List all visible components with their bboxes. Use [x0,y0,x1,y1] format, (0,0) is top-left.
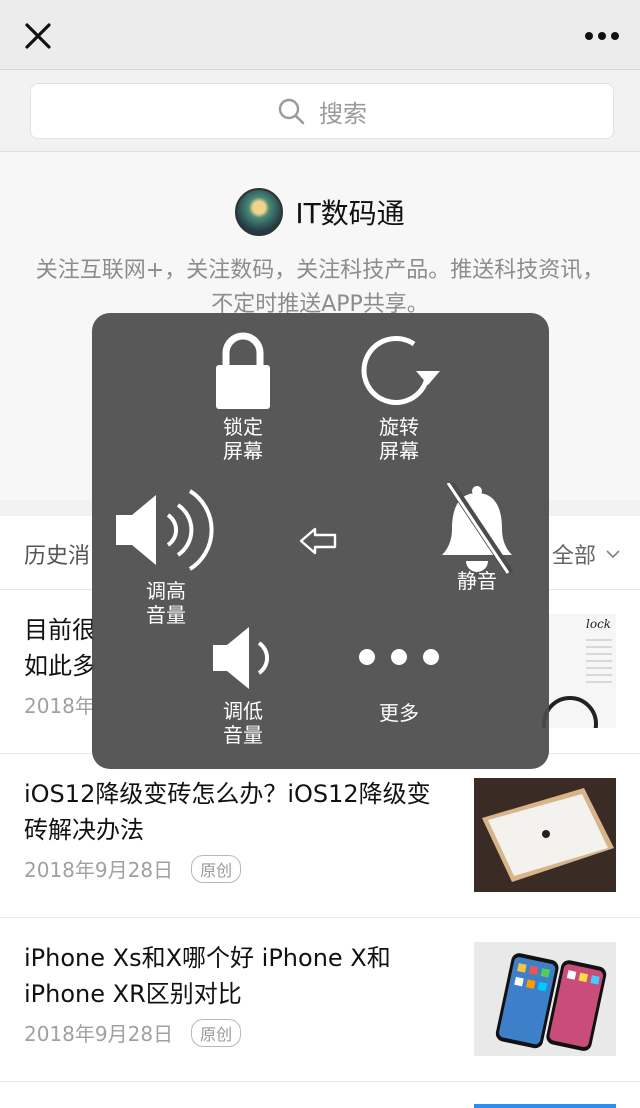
profile-name: IT数码通 [295,197,405,230]
avatar[interactable] [235,188,284,236]
more-dots-icon [585,32,619,40]
volume-up-button[interactable]: 调高 音量 [114,485,218,627]
article-item[interactable]: iOS12降级变砖怎么办？iOS12降级变砖解决办法 2018年9月28日 原创 [0,754,640,918]
close-button[interactable] [14,14,62,58]
mute-button[interactable]: 静音 [432,483,522,593]
original-badge: 原创 [191,854,242,883]
article-title: iOS12降级变砖怎么办？iOS12降级变砖解决办法 [24,780,431,844]
top-bar [0,0,640,70]
rotate-screen-label: 旋转 屏幕 [379,415,419,463]
close-icon [25,23,51,49]
profile-header: IT数码通 [0,188,640,236]
article-item[interactable]: iPhone Xs和X哪个好 iPhone X和iPhone XR区别对比 20… [0,918,640,1082]
search-area: 搜索 [0,70,640,152]
more-label: 更多 [379,701,419,725]
mute-label: 静音 [457,569,497,593]
assistive-touch-menu: 锁定 屏幕 旋转 屏幕 调高 音量 静音 调低 音量 更多 [92,313,549,769]
next-thumbnail-edge [474,1104,616,1108]
article-date: 2018年9月28日 [24,1022,174,1046]
original-badge: 原创 [191,1018,242,1047]
bell-muted-icon [442,483,514,575]
thumbnail-text: lock [586,617,611,631]
article-date: 2018年9月28日 [24,858,174,882]
more-button[interactable]: 更多 [354,647,444,725]
volume-down-label: 调低 音量 [223,699,263,747]
history-all-label: 全部 [551,544,596,569]
search-input[interactable]: 搜索 [30,83,614,139]
volume-down-button[interactable]: 调低 音量 [198,623,288,747]
search-placeholder: 搜索 [319,99,367,128]
more-options-button[interactable] [578,14,626,58]
history-all-button[interactable]: 全部 [552,538,620,570]
volume-up-icon [116,489,214,571]
article-meta: 2018年 [24,690,95,719]
article-meta: 2018年9月28日 原创 [24,1018,242,1047]
article-date: 2018年 [24,694,95,718]
history-title: 历史消 [24,544,91,569]
article-thumbnail [474,778,616,892]
volume-up-label: 调高 音量 [146,579,186,627]
profile-description: 关注互联网+，关注数码，关注科技产品。推送科技资讯，不定时推送APP共享。 [35,258,605,317]
lock-screen-label: 锁定 屏幕 [223,415,263,463]
rotate-icon [361,335,440,405]
back-button[interactable] [298,527,338,555]
lock-screen-button[interactable]: 锁定 屏幕 [202,331,284,463]
lock-icon [216,332,270,409]
search-icon [278,98,305,125]
volume-down-icon [213,627,269,689]
article-title: iPhone Xs和X哪个好 iPhone X和iPhone XR区别对比 [24,944,391,1008]
article-meta: 2018年9月28日 原创 [24,854,242,883]
more-dots-icon [359,649,439,665]
back-arrow-icon [299,527,337,555]
article-thumbnail [474,942,616,1056]
chevron-down-icon [606,550,620,559]
rotate-screen-button[interactable]: 旋转 屏幕 [354,331,444,463]
